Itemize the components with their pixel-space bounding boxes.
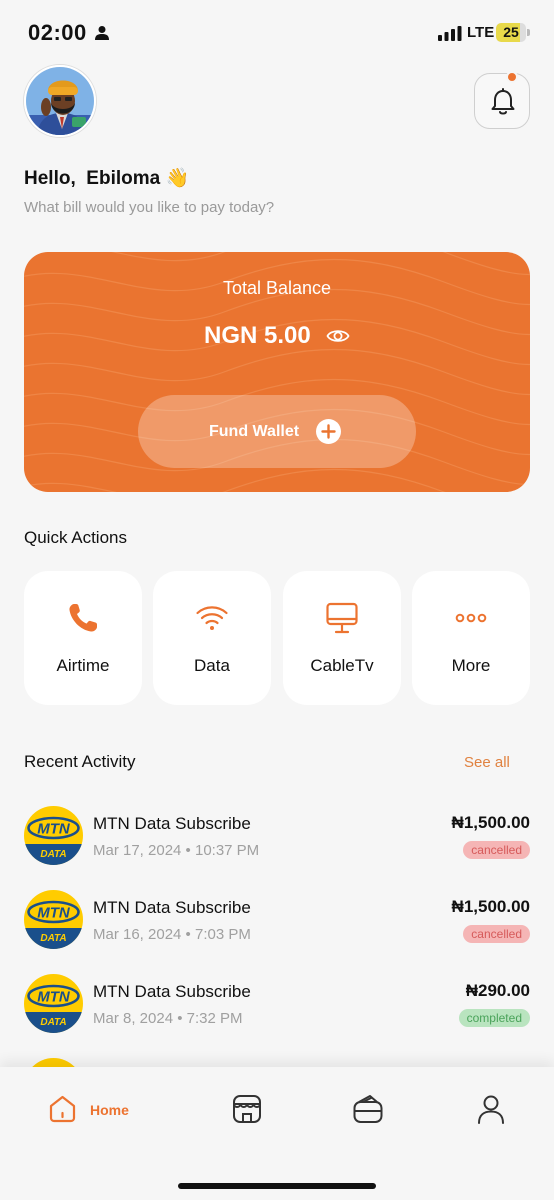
quick-action-label: More bbox=[451, 656, 491, 675]
balance-label: Total Balance bbox=[222, 278, 332, 298]
activity-amount: ₦1,500.00 bbox=[451, 897, 530, 916]
bell-icon bbox=[491, 88, 515, 115]
home-icon bbox=[49, 1095, 76, 1123]
tab-home[interactable]: Home bbox=[47, 1093, 137, 1133]
avatar[interactable] bbox=[24, 65, 96, 137]
network-label: LTE bbox=[467, 24, 495, 41]
status-time: 02:00 bbox=[28, 20, 87, 45]
tab-store[interactable] bbox=[231, 1093, 263, 1133]
quick-action-more[interactable]: More bbox=[412, 571, 530, 705]
notification-dot bbox=[506, 71, 518, 83]
wallet-icon bbox=[353, 1095, 383, 1123]
quick-action-cabletv[interactable]: CableTv bbox=[283, 571, 401, 705]
greeting: Hello, Ebiloma 👋 bbox=[24, 168, 190, 189]
bottom-tab-bar: Home bbox=[0, 1067, 554, 1200]
greeting-subtitle: What bill would you like to pay today? bbox=[24, 199, 275, 216]
mtn-data-logo: MTN DATA bbox=[24, 974, 83, 1033]
activity-title: MTN Data Subscribe bbox=[93, 814, 251, 833]
plus-circle-icon bbox=[316, 419, 341, 444]
person-icon bbox=[95, 26, 109, 40]
quick-action-label: Airtime bbox=[56, 656, 110, 675]
activity-date: Mar 17, 2024 • 10:37 PM bbox=[93, 842, 260, 859]
battery-indicator: 25 bbox=[496, 23, 526, 42]
quick-action-label: Data bbox=[194, 656, 230, 675]
wifi-icon bbox=[196, 606, 228, 630]
activity-date: Mar 16, 2024 • 7:03 PM bbox=[93, 926, 251, 943]
activity-amount: ₦1,500.00 bbox=[451, 813, 530, 832]
status-badge: cancelled bbox=[463, 841, 530, 859]
battery-level: 25 bbox=[503, 24, 519, 40]
mtn-data-logo: MTN DATA bbox=[24, 890, 83, 949]
see-all-link[interactable]: See all bbox=[464, 754, 510, 771]
mtn-brand-text: MTN bbox=[37, 821, 71, 838]
phone-icon bbox=[69, 604, 97, 632]
activity-row[interactable]: MTN DATA MTN Data Subscribe Mar 17, 2024… bbox=[24, 806, 530, 870]
activity-title: MTN Data Subscribe bbox=[93, 898, 251, 917]
mtn-brand-text: MTN bbox=[37, 905, 71, 922]
notifications-button[interactable] bbox=[474, 73, 530, 129]
store-icon bbox=[233, 1095, 261, 1123]
monitor-icon bbox=[326, 602, 358, 634]
fund-wallet-button[interactable]: Fund Wallet bbox=[138, 395, 416, 468]
activity-date: Mar 8, 2024 • 7:32 PM bbox=[93, 1010, 243, 1027]
activity-amount: ₦290.00 bbox=[465, 981, 530, 1000]
quick-actions-title: Quick Actions bbox=[24, 528, 127, 547]
tab-home-label: Home bbox=[90, 1102, 129, 1118]
mtn-brand-text: MTN bbox=[37, 989, 71, 1006]
activity-row[interactable]: MTN DATA MTN Data Subscribe Mar 8, 2024 … bbox=[24, 974, 530, 1038]
quick-action-label: CableTv bbox=[310, 656, 374, 675]
balance-amount: NGN 5.00 bbox=[204, 322, 311, 349]
status-badge: completed bbox=[458, 1009, 530, 1027]
user-avatar-icon bbox=[26, 67, 94, 135]
eye-icon[interactable] bbox=[326, 324, 350, 348]
mtn-sub-text: DATA bbox=[40, 1017, 66, 1028]
tab-wallet[interactable] bbox=[352, 1093, 384, 1133]
balance-card: Total Balance NGN 5.00 Fund Wallet bbox=[24, 252, 530, 492]
quick-action-airtime[interactable]: Airtime bbox=[24, 571, 142, 705]
mtn-data-logo: MTN DATA bbox=[24, 806, 83, 865]
home-screen: 02:00 LTE 25 Hello, Ebiloma 👋 What bill … bbox=[0, 0, 554, 1200]
signal-bars-icon bbox=[438, 26, 462, 41]
home-indicator bbox=[178, 1183, 376, 1189]
fund-wallet-label: Fund Wallet bbox=[209, 423, 300, 440]
status-bar: 02:00 LTE 25 bbox=[0, 0, 554, 64]
mtn-sub-text: DATA bbox=[40, 933, 66, 944]
mtn-sub-text: DATA bbox=[40, 849, 66, 860]
status-badge: cancelled bbox=[463, 925, 530, 943]
profile-icon bbox=[478, 1095, 504, 1124]
tab-profile[interactable] bbox=[475, 1093, 507, 1133]
quick-action-data[interactable]: Data bbox=[153, 571, 271, 705]
battery-tip bbox=[527, 29, 530, 36]
activity-row[interactable]: MTN DATA MTN Data Subscribe Mar 16, 2024… bbox=[24, 890, 530, 954]
activity-title: MTN Data Subscribe bbox=[93, 982, 251, 1001]
recent-activity-title: Recent Activity bbox=[24, 752, 136, 771]
more-dots-icon bbox=[455, 613, 487, 623]
